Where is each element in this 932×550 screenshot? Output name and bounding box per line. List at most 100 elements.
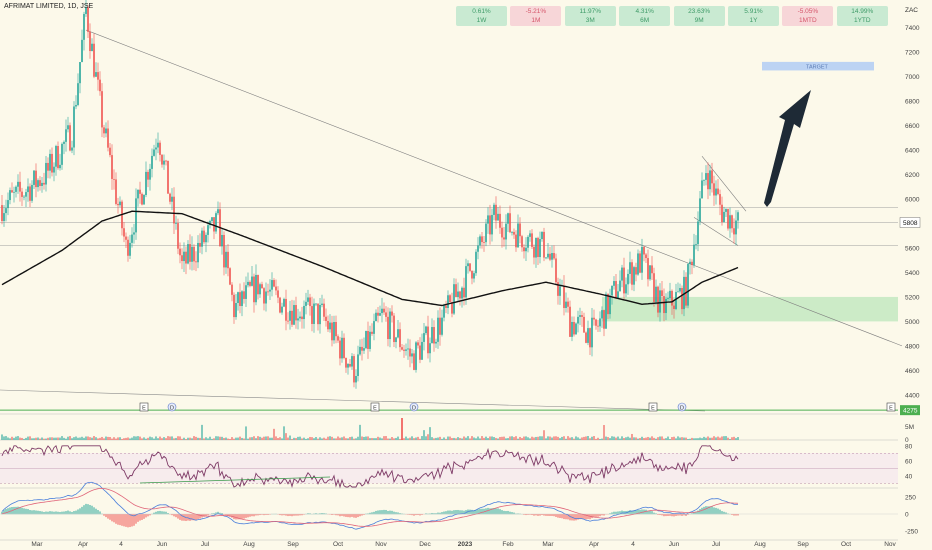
volume-bar bbox=[597, 437, 599, 440]
volume-bar bbox=[225, 437, 227, 440]
macd-histogram-bar bbox=[337, 514, 339, 516]
macd-histogram-bar bbox=[77, 509, 79, 515]
volume-bar bbox=[213, 438, 215, 440]
candle-body bbox=[393, 315, 395, 343]
candle bbox=[513, 228, 515, 239]
macd-histogram-bar bbox=[231, 514, 233, 518]
candle bbox=[287, 312, 289, 325]
macd-histogram-bar bbox=[173, 514, 175, 517]
perf-cell-3m[interactable]: 11.97% 3M bbox=[564, 6, 616, 26]
volume-bar bbox=[347, 438, 349, 440]
volume-bar bbox=[151, 437, 153, 440]
volume-bar bbox=[187, 437, 189, 440]
volume-bar bbox=[473, 437, 475, 440]
chart-area[interactable]: TARGET EDEDEDE ZAC4400460048005000520054… bbox=[0, 0, 932, 550]
candle bbox=[649, 264, 651, 281]
candle bbox=[657, 285, 659, 318]
time-axis[interactable]: Mar Apr 4 Jun Jul Aug Sep Oct Nov Dec 2023 Feb Mar Ap… bbox=[31, 541, 896, 548]
candle-body bbox=[321, 303, 323, 305]
macd-histogram-bar bbox=[547, 514, 549, 516]
volume-bar bbox=[87, 436, 89, 440]
macd-histogram-bar bbox=[537, 514, 539, 516]
perf-cell-6m[interactable]: 4.31% 6M bbox=[619, 6, 671, 26]
candle-body bbox=[345, 358, 347, 368]
volume-bar bbox=[467, 436, 469, 440]
volume-bar bbox=[233, 438, 235, 440]
candle bbox=[83, 11, 85, 51]
candle-body bbox=[433, 327, 435, 344]
perf-cell-1y[interactable]: 5.91% 1Y bbox=[728, 6, 779, 26]
macd-histogram-bar bbox=[713, 507, 715, 515]
candle-body bbox=[675, 292, 677, 309]
candle bbox=[713, 175, 715, 206]
candle-body bbox=[291, 310, 293, 325]
candle-body bbox=[99, 79, 101, 92]
candle-body bbox=[233, 294, 235, 318]
volume-bar bbox=[389, 438, 391, 440]
candle bbox=[267, 283, 269, 296]
candle-body bbox=[65, 129, 67, 142]
volume-bar bbox=[93, 436, 95, 440]
rsi-pane[interactable]: 80 60 40 bbox=[0, 443, 913, 489]
perf-cell-1ytd[interactable]: 14.99% 1YTD bbox=[836, 6, 888, 26]
y-tick-label: 6200 bbox=[905, 172, 920, 179]
candle-body bbox=[635, 267, 637, 275]
macd-histogram-bar bbox=[299, 514, 301, 516]
candle bbox=[23, 194, 25, 201]
candle bbox=[391, 305, 393, 323]
candle-body bbox=[269, 289, 271, 292]
perf-cell-9m[interactable]: 23.63% 9M bbox=[673, 6, 725, 26]
candle bbox=[363, 337, 365, 354]
perf-label: 6M bbox=[640, 17, 650, 24]
macd-histogram-bar bbox=[673, 514, 675, 517]
volume-bar bbox=[439, 436, 441, 440]
volume-bar bbox=[639, 438, 641, 440]
perf-cell-1mtd[interactable]: -5.05% 1MTD bbox=[782, 6, 834, 26]
macd-histogram-bar bbox=[183, 514, 185, 521]
candle bbox=[379, 305, 381, 317]
volume-bar bbox=[655, 438, 657, 440]
perf-cell-1m[interactable]: -5.21% 1M bbox=[510, 6, 562, 26]
volume-bar bbox=[363, 436, 365, 440]
candle bbox=[345, 357, 347, 373]
price-axis[interactable]: ZAC4400460048005000520054005600580060006… bbox=[899, 7, 921, 416]
candle bbox=[53, 162, 55, 182]
candle bbox=[3, 205, 5, 227]
candle-body bbox=[489, 215, 491, 235]
macd-histogram-bar bbox=[243, 514, 245, 519]
candle-body bbox=[509, 213, 511, 233]
volume-bar bbox=[495, 437, 497, 440]
candle bbox=[383, 302, 385, 315]
volume-bar bbox=[1, 434, 3, 440]
candle-body bbox=[421, 341, 423, 360]
candle bbox=[335, 315, 337, 344]
candle-body bbox=[367, 331, 369, 349]
macd-histogram-bar bbox=[569, 514, 571, 521]
macd-histogram-bar bbox=[95, 508, 97, 515]
candle bbox=[167, 160, 169, 194]
perf-cell-1w[interactable]: 0.61% 1W bbox=[456, 6, 507, 26]
volume-bar bbox=[395, 437, 397, 440]
volume-bar bbox=[675, 438, 677, 440]
candle bbox=[731, 214, 733, 233]
macd-histogram-bar bbox=[19, 507, 21, 515]
candle-body bbox=[679, 287, 681, 292]
candle bbox=[371, 323, 373, 336]
macd-histogram-bar bbox=[125, 514, 127, 527]
macd-histogram-bar bbox=[447, 510, 449, 515]
candle bbox=[569, 300, 571, 337]
volume-bar bbox=[709, 437, 711, 440]
candle bbox=[315, 303, 317, 307]
macd-pane[interactable]: 250 0 -250 bbox=[0, 481, 918, 536]
volume-bar bbox=[631, 433, 633, 440]
volume-bar bbox=[573, 438, 575, 440]
candle-body bbox=[663, 296, 665, 314]
candle bbox=[529, 230, 531, 242]
volume-bar bbox=[269, 437, 271, 440]
candle bbox=[75, 95, 77, 110]
candle bbox=[333, 315, 335, 344]
volume-bar bbox=[513, 437, 515, 440]
volume-bar bbox=[299, 436, 301, 440]
volume-bar bbox=[387, 438, 389, 440]
candle bbox=[165, 159, 167, 166]
